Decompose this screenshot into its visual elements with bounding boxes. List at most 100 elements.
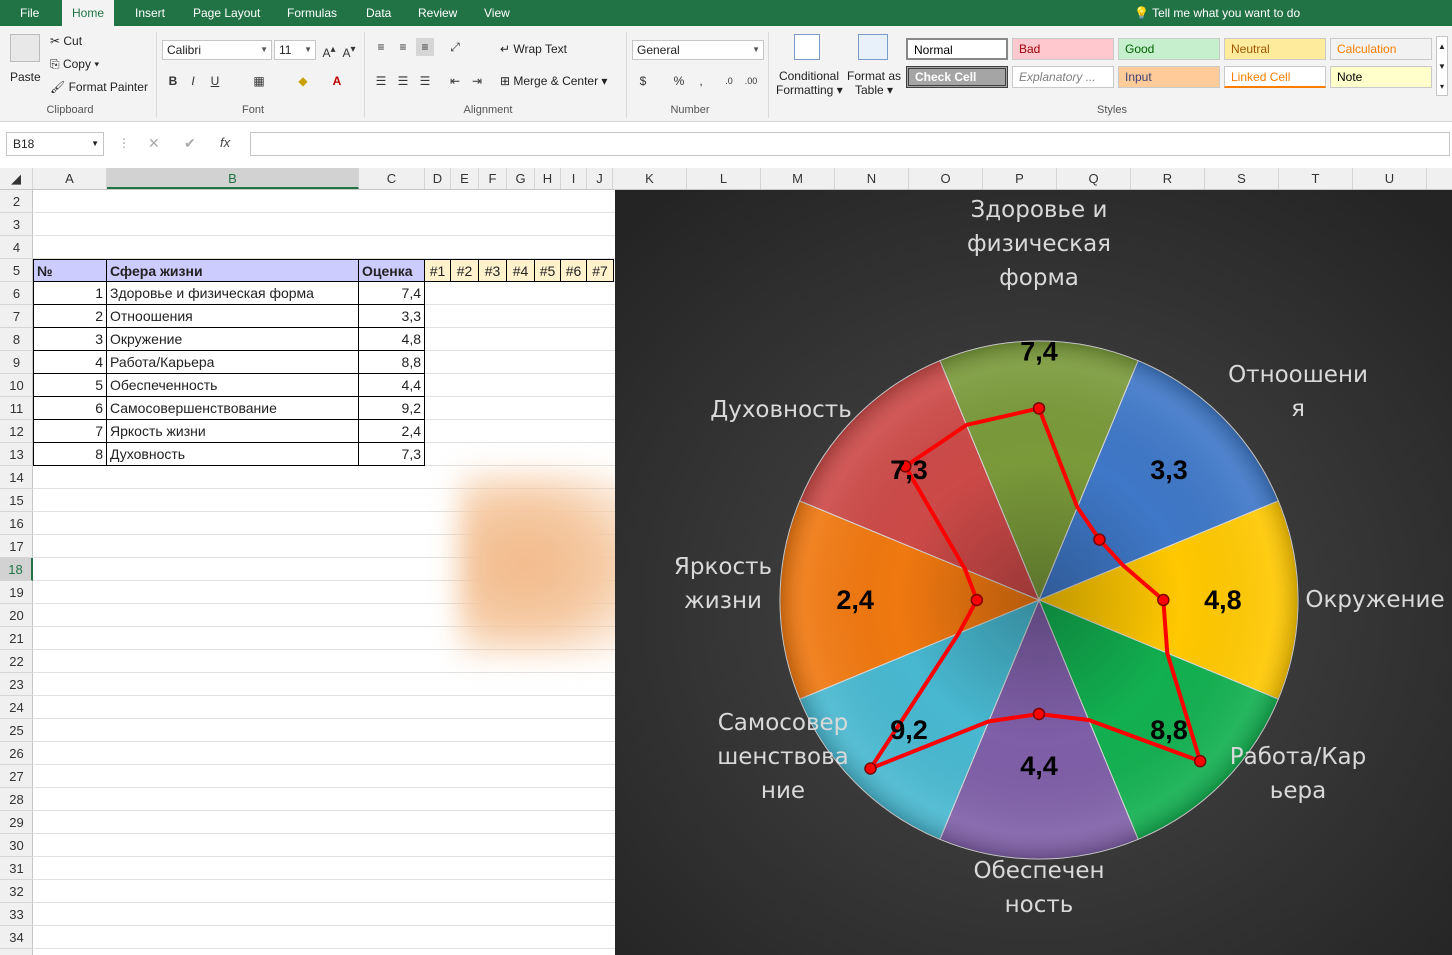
italic-icon[interactable]: I <box>184 72 202 90</box>
style-good[interactable]: Good <box>1118 38 1220 60</box>
row-header-25[interactable]: 25 <box>0 719 33 742</box>
grow-font-icon[interactable]: A▴ <box>320 41 338 60</box>
style-neutral[interactable]: Neutral <box>1224 38 1326 60</box>
table-cell-sphere[interactable]: Обеспеченность <box>107 374 359 397</box>
paste-button[interactable]: Paste <box>10 70 41 84</box>
radar-point-health[interactable] <box>1032 402 1046 415</box>
table-cell-number[interactable]: 5 <box>33 374 107 397</box>
borders-icon[interactable]: ▦ <box>250 72 268 90</box>
decrease-indent-icon[interactable]: ⇤ <box>446 72 464 90</box>
column-header-Q[interactable]: Q <box>1057 168 1131 189</box>
copy-button[interactable]: ⎘ Copy ▾ <box>50 57 99 72</box>
style-input[interactable]: Input <box>1118 66 1220 88</box>
table-header-cell[interactable]: #7 <box>587 259 614 282</box>
row-header-13[interactable]: 13 <box>0 443 33 466</box>
currency-icon[interactable]: $ <box>634 72 652 90</box>
orientation-icon[interactable]: ⤢ <box>446 38 464 56</box>
row-header-7[interactable]: 7 <box>0 305 33 328</box>
tab-home[interactable]: Home <box>62 0 115 26</box>
row-header-12[interactable]: 12 <box>0 420 33 443</box>
align-middle-icon[interactable]: ≡ <box>394 38 412 56</box>
formula-input[interactable] <box>250 132 1450 156</box>
style-note[interactable]: Note <box>1330 66 1432 88</box>
row-header-26[interactable]: 26 <box>0 742 33 765</box>
format-as-table-button[interactable]: Format as Table ▾ <box>846 69 902 97</box>
row-header-9[interactable]: 9 <box>0 351 33 374</box>
table-cell-score[interactable]: 2,4 <box>359 420 425 443</box>
table-cell-score[interactable]: 4,8 <box>359 328 425 351</box>
column-header-R[interactable]: R <box>1131 168 1205 189</box>
cut-button[interactable]: ✂ Cut <box>50 34 82 48</box>
decrease-decimal-icon[interactable]: .00 <box>742 72 760 90</box>
cancel-icon[interactable]: ✕ <box>148 135 160 152</box>
enter-icon[interactable]: ✔ <box>184 135 196 152</box>
table-header-cell[interactable]: #2 <box>451 259 479 282</box>
row-header-10[interactable]: 10 <box>0 374 33 397</box>
row-header-19[interactable]: 19 <box>0 581 33 604</box>
row-header-6[interactable]: 6 <box>0 282 33 305</box>
radar-point-selfdev[interactable] <box>864 762 877 775</box>
column-header-J[interactable]: J <box>587 168 613 189</box>
shrink-font-icon[interactable]: A▾ <box>340 41 358 60</box>
row-header-8[interactable]: 8 <box>0 328 33 351</box>
table-cell-score[interactable]: 8,8 <box>359 351 425 374</box>
row-header-16[interactable]: 16 <box>0 512 33 535</box>
style-linked-cell[interactable]: Linked Cell <box>1224 66 1326 88</box>
table-header-cell[interactable]: #6 <box>561 259 587 282</box>
align-right-icon[interactable]: ☰ <box>416 72 434 90</box>
wrap-text-button[interactable]: ↵ Wrap Text <box>500 42 567 56</box>
row-header-28[interactable]: 28 <box>0 788 33 811</box>
column-header-F[interactable]: F <box>479 168 507 189</box>
row-header-30[interactable]: 30 <box>0 834 33 857</box>
align-top-icon[interactable]: ≡ <box>372 38 390 56</box>
column-header-U[interactable]: U <box>1353 168 1427 189</box>
column-header-D[interactable]: D <box>425 168 451 189</box>
tab-file[interactable]: File <box>10 0 49 26</box>
column-header-G[interactable]: G <box>507 168 535 189</box>
table-cell-score[interactable]: 9,2 <box>359 397 425 420</box>
underline-icon[interactable]: U <box>206 72 224 90</box>
row-header-23[interactable]: 23 <box>0 673 33 696</box>
row-header-14[interactable]: 14 <box>0 466 33 489</box>
row-header-18[interactable]: 18 <box>0 558 33 581</box>
table-cell-number[interactable]: 2 <box>33 305 107 328</box>
tab-view[interactable]: View <box>474 0 520 26</box>
tab-page-layout[interactable]: Page Layout <box>183 0 270 26</box>
name-box[interactable]: B18 ▼ <box>6 132 104 156</box>
style-bad[interactable]: Bad <box>1012 38 1114 60</box>
format-painter-button[interactable]: 🖌 Format Painter <box>50 80 148 94</box>
increase-indent-icon[interactable]: ⇥ <box>468 72 486 90</box>
table-cell-score[interactable]: 4,4 <box>359 374 425 397</box>
row-header-5[interactable]: 5 <box>0 259 33 282</box>
table-header-cell[interactable]: #3 <box>479 259 507 282</box>
column-header-T[interactable]: T <box>1279 168 1353 189</box>
table-header-cell[interactable]: #1 <box>425 259 451 282</box>
fill-color-icon[interactable]: ◆ <box>294 72 312 90</box>
worksheet-grid[interactable]: № Сфера жизни Оценка #1 #2 #3 #4 #5 #6 #7 1 Здоровь… <box>33 190 647 955</box>
row-header-24[interactable]: 24 <box>0 696 33 719</box>
tell-me-box[interactable]: 💡 Tell me what you want to do <box>1134 0 1300 26</box>
row-header-11[interactable]: 11 <box>0 397 33 420</box>
style-check-cell[interactable]: Check Cell <box>906 66 1008 88</box>
row-header-29[interactable]: 29 <box>0 811 33 834</box>
table-cell-sphere[interactable]: Яркость жизни <box>107 420 359 443</box>
table-cell-sphere[interactable]: Окружение <box>107 328 359 351</box>
row-header-22[interactable]: 22 <box>0 650 33 673</box>
radar-point-career[interactable] <box>1193 754 1207 768</box>
table-cell-sphere[interactable]: Работа/Карьера <box>107 351 359 374</box>
column-header-H[interactable]: H <box>535 168 561 189</box>
tab-data[interactable]: Data <box>356 0 401 26</box>
row-header-34[interactable]: 34 <box>0 926 33 949</box>
radar-point-finance[interactable] <box>1032 707 1046 721</box>
table-cell-sphere[interactable]: Духовность <box>107 443 359 466</box>
table-cell-score[interactable]: 7,4 <box>359 282 425 305</box>
column-header-N[interactable]: N <box>835 168 909 189</box>
column-header-L[interactable]: L <box>687 168 761 189</box>
column-header-A[interactable]: A <box>33 168 107 189</box>
style-explanatory[interactable]: Explanatory ... <box>1012 66 1114 88</box>
radar-point-relations[interactable] <box>1093 533 1106 546</box>
column-header-I[interactable]: I <box>561 168 587 189</box>
column-header-M[interactable]: M <box>761 168 835 189</box>
table-cell-number[interactable]: 7 <box>33 420 107 443</box>
number-format-combo[interactable]: General ▼ <box>632 40 764 60</box>
